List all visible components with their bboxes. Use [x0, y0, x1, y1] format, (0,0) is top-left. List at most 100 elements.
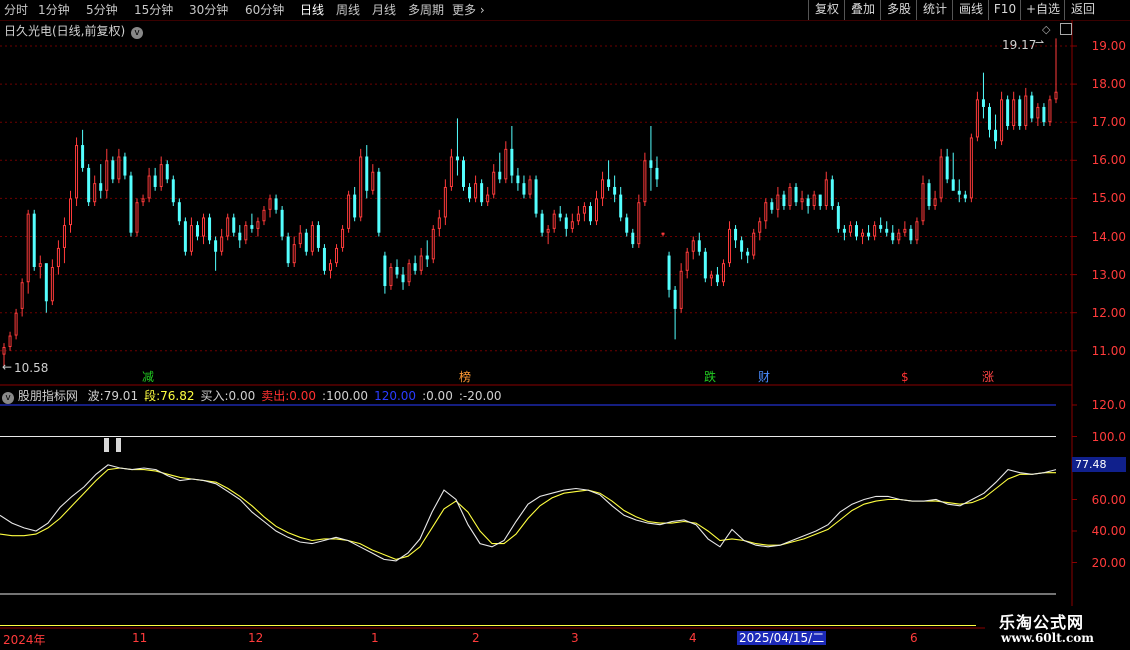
candle [1006, 95, 1010, 130]
chevron-down-icon[interactable]: v [131, 27, 144, 39]
candle [836, 202, 840, 233]
candle [238, 225, 242, 248]
diamond-icon[interactable]: ◇ [1042, 23, 1050, 36]
candle [468, 183, 472, 203]
wave-line [0, 464, 1057, 562]
date-label-nov: 11 [132, 631, 148, 645]
candle [667, 251, 671, 298]
candle [44, 263, 48, 313]
panel-toggle-icon[interactable] [1060, 23, 1072, 35]
candle [401, 266, 405, 290]
candle [661, 232, 665, 237]
event-tag-rank[interactable]: 榜 [458, 370, 472, 384]
date-label-jun: 6 [910, 631, 918, 645]
candle [981, 72, 985, 119]
candle [389, 263, 393, 290]
candle [631, 228, 635, 248]
candle [431, 225, 435, 264]
date-label-feb: 2 [472, 631, 480, 645]
candle [425, 240, 429, 267]
candle [534, 175, 538, 218]
indicator-item-value: 79.01 [103, 389, 139, 403]
candle [740, 236, 744, 260]
candle [304, 228, 308, 256]
indicator-item: :-20.00 [459, 389, 502, 403]
candle [359, 148, 363, 222]
candle [764, 198, 768, 229]
candle [171, 175, 175, 207]
candle [189, 217, 193, 256]
candle [721, 259, 725, 287]
stock-chart [0, 20, 1077, 629]
candle [208, 213, 212, 245]
candle [14, 308, 18, 340]
candle [50, 259, 54, 306]
candle [371, 164, 375, 195]
candle [232, 213, 236, 237]
candle [927, 179, 931, 210]
candle [69, 190, 73, 233]
candle [691, 236, 695, 260]
candle [365, 145, 369, 199]
indicator-item-label: 段: [144, 389, 161, 403]
candle [891, 225, 895, 245]
candle [177, 198, 181, 226]
candle [81, 129, 85, 172]
candle [498, 152, 502, 184]
candle [292, 236, 296, 267]
indicator-item: :0.00 [422, 389, 453, 403]
candle [516, 167, 520, 191]
price-axis-label: 18.00 [1091, 77, 1126, 92]
candle [879, 217, 883, 233]
date-label-mar: 3 [571, 631, 579, 645]
date-label-dec: 12 [248, 631, 264, 645]
indicator-item-value: 0.00 [228, 389, 256, 403]
candle [123, 152, 127, 180]
candle [897, 228, 901, 245]
indicator-axis-label: 20.00 [1091, 555, 1126, 570]
event-tag-drop[interactable]: 跌 [703, 370, 717, 384]
event-tag-dollar[interactable]: $ [900, 370, 910, 384]
event-tag-reduce[interactable]: 减 [141, 370, 155, 384]
indicator-axis-label: 120.0 [1091, 398, 1126, 412]
indicator-item-value: 120.00 [374, 389, 417, 403]
candle [480, 179, 484, 207]
candle [322, 244, 326, 275]
candle [510, 126, 514, 184]
chevron-down-icon[interactable]: v [2, 392, 14, 404]
candle [1036, 103, 1040, 127]
candle [540, 209, 544, 237]
candle [782, 190, 786, 210]
candle [461, 156, 465, 191]
candle [111, 156, 115, 184]
indicator-item-value: 0.00 [289, 389, 317, 403]
candle [734, 225, 738, 248]
indicator-lines [0, 404, 1057, 626]
candle [679, 263, 683, 313]
candle [921, 175, 925, 226]
candle [830, 175, 834, 210]
event-tag-finance[interactable]: 财 [757, 370, 771, 384]
candle [383, 251, 387, 294]
candle [99, 164, 103, 199]
candle [256, 217, 260, 237]
price-axis-label: 19.00 [1091, 39, 1126, 53]
candle [770, 198, 774, 214]
chart-title: 日久光电(日线,前复权) v [4, 22, 144, 39]
candle [214, 236, 218, 271]
indicator-item: 买入:0.00 [200, 389, 255, 403]
candle [564, 213, 568, 237]
candle [776, 186, 780, 218]
candle [75, 137, 79, 207]
candle [56, 240, 60, 275]
candle [800, 190, 804, 210]
candle [335, 244, 339, 267]
indicator-item: 波:79.01 [88, 389, 138, 403]
indicator-item-value: 100.00 [326, 389, 369, 403]
event-tag-rise[interactable]: 涨 [981, 370, 995, 384]
candle [310, 221, 314, 256]
price-axis-label: 13.00 [1091, 267, 1126, 282]
low-price-marker: 10.58 [14, 361, 49, 375]
candle [588, 202, 592, 226]
candle [87, 164, 91, 207]
